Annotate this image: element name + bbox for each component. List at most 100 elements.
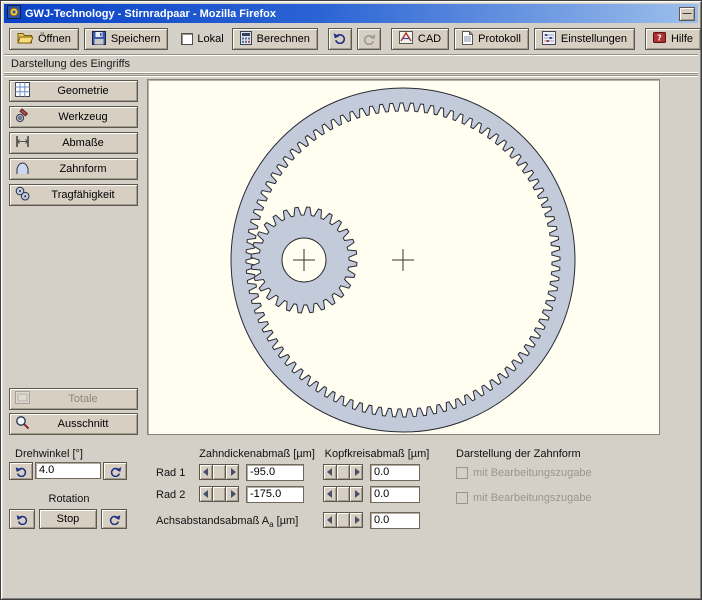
section-view-button[interactable]: Ausschnitt	[9, 413, 138, 435]
spin-left-button[interactable]	[323, 512, 337, 528]
app-window: GWJ-Technology - Stirnradpaar - Mozilla …	[0, 0, 702, 600]
sidebar-item-zahnform[interactable]: Zahnform	[9, 158, 138, 180]
rad1-tip-spinner	[323, 464, 362, 480]
rad1-thickness-field[interactable]: -95.0	[246, 464, 304, 481]
tip-circle-header: Kopfkreisabmaß [µm]	[321, 448, 433, 460]
spin-right-button[interactable]	[225, 486, 239, 502]
undo-arrow-icon	[333, 32, 347, 47]
gear-canvas	[147, 79, 660, 435]
local-label: Lokal	[197, 33, 223, 45]
geometry-grid-icon	[15, 82, 30, 100]
spin-right-button[interactable]	[349, 464, 363, 480]
magnifier-icon	[15, 415, 30, 433]
spin-thumb[interactable]	[336, 464, 350, 480]
spin-thumb[interactable]	[336, 512, 350, 528]
total-view-label: Totale	[34, 393, 132, 405]
local-checkbox-group: Lokal	[178, 33, 226, 45]
settings-button[interactable]: Einstellungen	[534, 28, 635, 50]
spin-thumb[interactable]	[212, 486, 226, 502]
rotate-ccw-button[interactable]	[9, 509, 35, 529]
cad-icon	[399, 31, 413, 47]
spin-thumb[interactable]	[336, 486, 350, 502]
sidebar-label-werkzeug: Werkzeug	[34, 111, 132, 123]
allowance2-checkbox[interactable]	[456, 492, 468, 504]
rotation-stop-button[interactable]: Stop	[39, 509, 97, 529]
rad1-label: Rad 1	[156, 467, 185, 479]
save-label: Speichern	[111, 33, 161, 45]
calculator-icon	[240, 31, 252, 48]
angle-cw-button[interactable]	[103, 462, 127, 480]
open-button[interactable]: Öffnen	[9, 28, 79, 50]
rotation-angle-field[interactable]: 4.0	[35, 462, 101, 479]
rad2-tip-field[interactable]: 0.0	[370, 486, 420, 503]
sidebar-label-abmasse: Abmaße	[34, 137, 132, 149]
view-title: Darstellung des Eingriffs	[11, 58, 130, 70]
svg-text:?: ?	[657, 34, 662, 43]
allowance1-row: mit Bearbeitungszugabe	[456, 467, 592, 479]
spin-right-button[interactable]	[225, 464, 239, 480]
toolbar: Öffnen Speichern Lokal Berechnen	[4, 25, 698, 53]
sidebar-label-tragfaehigkeit: Tragfähigkeit	[34, 189, 132, 201]
rad2-thickness-field[interactable]: -175.0	[246, 486, 304, 503]
spin-left-button[interactable]	[323, 464, 337, 480]
section-view-label: Ausschnitt	[34, 418, 132, 430]
rotation-angle-label: Drehwinkel [°]	[15, 448, 83, 460]
allowance1-label: mit Bearbeitungszugabe	[473, 467, 592, 479]
calculate-button[interactable]: Berechnen	[232, 28, 318, 50]
sidebar-item-tragfaehigkeit[interactable]: Tragfähigkeit	[9, 184, 138, 206]
spin-left-button[interactable]	[199, 486, 213, 502]
tooth-profile-icon	[15, 160, 30, 178]
spin-left-button[interactable]	[323, 486, 337, 502]
sidebar-item-werkzeug[interactable]: Werkzeug	[9, 106, 138, 128]
minimize-button[interactable]: —	[679, 7, 695, 21]
rotation-stop-label: Stop	[57, 513, 80, 525]
rad2-thickness-spinner	[199, 486, 238, 502]
spin-thumb[interactable]	[212, 464, 226, 480]
sidebar-label-geometrie: Geometrie	[34, 85, 132, 97]
tool-icon	[15, 108, 30, 126]
rad1-thickness-spinner	[199, 464, 238, 480]
center-distance-label: Achsabstandsabmaß Aa [µm]	[156, 515, 298, 529]
help-button[interactable]: ? Hilfe	[645, 28, 701, 50]
gear-pair-icon	[15, 186, 30, 204]
titlebar: GWJ-Technology - Stirnradpaar - Mozilla …	[4, 4, 698, 23]
caliper-icon	[15, 134, 30, 152]
protocol-button[interactable]: Protokoll	[454, 28, 529, 50]
sidebar-item-abmasse[interactable]: Abmaße	[9, 132, 138, 154]
local-checkbox[interactable]	[181, 33, 193, 45]
spin-right-button[interactable]	[349, 512, 363, 528]
help-icon: ?	[653, 31, 666, 47]
toothform-header: Darstellung der Zahnform	[456, 448, 581, 460]
open-label: Öffnen	[38, 33, 71, 45]
total-view-button[interactable]: Totale	[9, 388, 138, 410]
undo-button[interactable]	[328, 28, 352, 50]
allowance2-label: mit Bearbeitungszugabe	[473, 492, 592, 504]
rotate-cw-button[interactable]	[101, 509, 127, 529]
rad2-label: Rad 2	[156, 489, 185, 501]
save-button[interactable]: Speichern	[84, 28, 169, 50]
calculate-label: Berechnen	[257, 33, 310, 45]
help-label: Hilfe	[671, 33, 693, 45]
full-view-icon	[15, 391, 30, 407]
spin-left-button[interactable]	[199, 464, 213, 480]
center-distance-spinner	[323, 512, 362, 528]
settings-label: Einstellungen	[561, 33, 627, 45]
cad-button[interactable]: CAD	[391, 28, 449, 50]
allowance1-checkbox[interactable]	[456, 467, 468, 479]
open-folder-icon	[17, 31, 33, 47]
header-divider	[4, 75, 698, 77]
rad1-tip-field[interactable]: 0.0	[370, 464, 420, 481]
redo-button[interactable]	[357, 28, 381, 50]
angle-ccw-button[interactable]	[9, 462, 33, 480]
cad-label: CAD	[418, 33, 441, 45]
protocol-label: Protokoll	[478, 33, 521, 45]
view-header: Darstellung des Eingriffs	[4, 54, 698, 74]
allowance2-row: mit Bearbeitungszugabe	[456, 492, 592, 504]
rad2-tip-spinner	[323, 486, 362, 502]
sidebar-item-geometrie[interactable]: Geometrie	[9, 80, 138, 102]
spin-right-button[interactable]	[349, 486, 363, 502]
sidebar-label-zahnform: Zahnform	[34, 163, 132, 175]
center-distance-field[interactable]: 0.0	[370, 512, 420, 529]
gear-mesh-drawing	[148, 80, 659, 434]
rotation-label: Rotation	[9, 493, 129, 505]
